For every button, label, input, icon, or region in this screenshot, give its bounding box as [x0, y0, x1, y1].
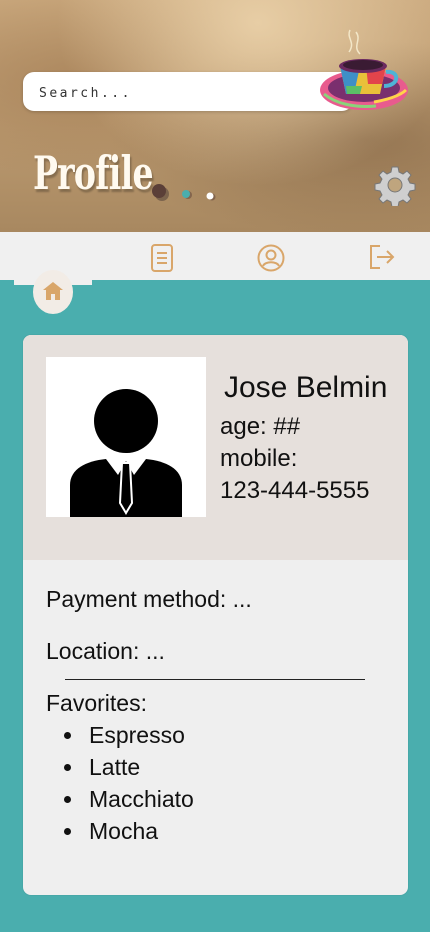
logout-icon[interactable]	[366, 242, 396, 272]
document-icon[interactable]	[147, 243, 177, 273]
profile-card: Jose Belmin age: ## mobile: 123-444-5555…	[23, 335, 408, 895]
nav-item-home[interactable]	[33, 270, 73, 314]
payment-method: Payment method: ...	[46, 586, 252, 612]
list-item: Latte	[85, 751, 194, 783]
favorites-list: Espresso Latte Macchiato Mocha	[46, 719, 194, 847]
location: Location: ...	[46, 638, 165, 664]
page-title: Profile	[33, 146, 154, 200]
profile-header: Jose Belmin age: ## mobile: 123-444-5555	[23, 335, 408, 560]
profile-mobile: 123-444-5555	[220, 477, 370, 504]
search-input[interactable]	[37, 80, 331, 106]
user-circle-icon[interactable]	[256, 243, 286, 273]
settings-gear-icon[interactable]	[374, 164, 416, 206]
divider	[65, 679, 365, 680]
profile-name: Jose Belmin	[224, 371, 388, 404]
search-bar[interactable]	[23, 72, 353, 111]
profile-age: age: ##	[220, 413, 301, 440]
profile-mobile-label: mobile:	[220, 445, 298, 472]
decorative-dots	[152, 184, 216, 201]
list-item: Mocha	[85, 815, 194, 847]
header-banner: Profile	[0, 0, 430, 232]
avatar	[46, 357, 206, 517]
list-item: Espresso	[85, 719, 194, 751]
user-avatar-icon	[70, 389, 182, 517]
favorites-label: Favorites:	[46, 690, 147, 716]
home-icon	[43, 282, 63, 300]
list-item: Macchiato	[85, 783, 194, 815]
coffee-cup-logo	[320, 29, 408, 110]
